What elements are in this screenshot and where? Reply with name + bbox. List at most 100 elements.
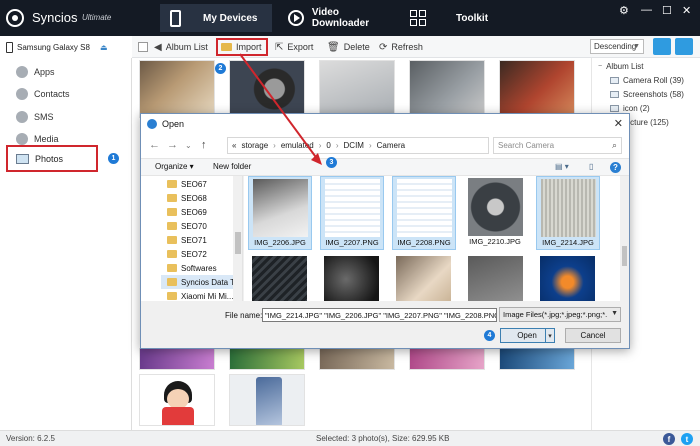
tab-my-devices-label: My Devices bbox=[203, 12, 258, 24]
version-text: Version: 6.2.5 bbox=[6, 434, 55, 443]
new-folder-button[interactable]: New folder bbox=[213, 162, 251, 171]
tab-my-devices[interactable]: My Devices bbox=[160, 4, 272, 32]
refresh-button[interactable]: ⟳ Refresh bbox=[379, 40, 423, 54]
tree-folder[interactable]: SEO71 bbox=[167, 233, 207, 247]
up-arrow-icon[interactable]: ↑ bbox=[201, 139, 207, 151]
settings-icon[interactable]: ⚙ bbox=[619, 4, 629, 17]
folder-icon bbox=[167, 250, 177, 258]
tree-folder[interactable]: SEO67 bbox=[167, 177, 207, 191]
tree-scrollbar[interactable] bbox=[233, 176, 242, 301]
folder-icon bbox=[167, 208, 177, 216]
sidebar-item-apps[interactable]: Apps bbox=[16, 63, 55, 81]
open-dropdown-icon[interactable]: ▾ bbox=[545, 328, 555, 343]
tab-toolkit-label: Toolkit bbox=[456, 12, 489, 24]
file-item[interactable] bbox=[536, 254, 600, 301]
photo-thumb[interactable] bbox=[319, 60, 395, 118]
sidebar-item-sms[interactable]: SMS bbox=[16, 108, 54, 126]
device-selector[interactable]: Samsung Galaxy S8 ⏏ bbox=[0, 36, 132, 58]
eject-icon[interactable]: ⏏ bbox=[100, 43, 108, 52]
path-segment[interactable]: DCIM bbox=[344, 141, 364, 150]
path-segment[interactable]: 0 bbox=[326, 141, 330, 150]
file-list: IMG_2206.JPG IMG_2207.PNG IMG_2208.PNG I… bbox=[244, 176, 629, 301]
file-name: IMG_2210.JPG bbox=[469, 237, 521, 246]
file-item[interactable] bbox=[248, 254, 312, 301]
forward-arrow-icon[interactable]: → bbox=[167, 139, 178, 151]
preview-pane-icon[interactable]: ▯ bbox=[589, 162, 593, 171]
cartoon-photo-thumb[interactable] bbox=[139, 374, 215, 426]
tab-video-downloader[interactable]: Video Downloader bbox=[278, 4, 398, 32]
cancel-button[interactable]: Cancel bbox=[565, 328, 621, 343]
phone-photo-thumb[interactable] bbox=[229, 374, 305, 426]
photo-thumb[interactable] bbox=[499, 348, 575, 370]
tree-folder-selected[interactable]: Syncios Data Tr bbox=[161, 275, 241, 289]
media-icon bbox=[16, 133, 28, 145]
photo-thumb[interactable] bbox=[499, 60, 575, 118]
refresh-label: Refresh bbox=[391, 42, 423, 52]
twitter-icon[interactable]: t bbox=[681, 433, 693, 445]
path-segment[interactable]: Camera bbox=[377, 141, 405, 150]
tree-folder[interactable]: SEO70 bbox=[167, 219, 207, 233]
close-button[interactable]: ✕ bbox=[682, 4, 691, 17]
sort-order-select[interactable]: Descending ▼ bbox=[590, 39, 644, 54]
photo-thumb[interactable] bbox=[229, 348, 305, 370]
file-item[interactable] bbox=[392, 254, 456, 301]
tree-folder[interactable]: Xiaomi Mi Mi... bbox=[167, 289, 233, 301]
facebook-icon[interactable]: f bbox=[663, 433, 675, 445]
step-2-badge: 2 bbox=[215, 63, 226, 74]
sidebar-item-contacts[interactable]: Contacts bbox=[16, 85, 70, 103]
syncios-logo-icon bbox=[6, 9, 24, 27]
organize-button[interactable]: Organize ▾ bbox=[155, 162, 194, 171]
back-arrow-icon[interactable]: ← bbox=[149, 139, 160, 151]
tree-folder-label: SEO68 bbox=[181, 193, 207, 203]
tree-folder[interactable]: SEO69 bbox=[167, 205, 207, 219]
photo-thumb[interactable] bbox=[409, 348, 485, 370]
path-separator-icon: › bbox=[368, 141, 372, 150]
address-bar[interactable]: « storage › emulated › 0 › DCIM › Camera bbox=[227, 137, 489, 154]
list-view-button[interactable] bbox=[675, 38, 693, 55]
delete-button[interactable]: 🗑 Delete bbox=[327, 40, 370, 54]
view-options-icon[interactable]: ▤ ▾ bbox=[555, 162, 569, 171]
dialog-close-icon[interactable]: ✕ bbox=[614, 117, 623, 130]
photo-thumb[interactable] bbox=[409, 60, 485, 118]
photo-thumb[interactable] bbox=[229, 60, 305, 118]
tree-folder[interactable]: SEO72 bbox=[167, 247, 207, 261]
photo-thumb[interactable] bbox=[139, 60, 215, 118]
sidebar-item-photos[interactable]: Photos bbox=[6, 145, 98, 172]
grid-view-button[interactable] bbox=[653, 38, 671, 55]
file-list-scrollbar[interactable] bbox=[620, 176, 629, 301]
file-name-input[interactable]: "IMG_2214.JPG" "IMG_2206.JPG" "IMG_2207.… bbox=[262, 308, 497, 322]
export-button[interactable]: ⇱ Export bbox=[275, 40, 313, 54]
file-item[interactable]: IMG_2210.JPG bbox=[464, 176, 528, 250]
file-item[interactable] bbox=[320, 254, 384, 301]
file-name: IMG_2206.JPG bbox=[254, 238, 306, 247]
recent-locations-icon[interactable]: ⌄ bbox=[185, 141, 192, 150]
dialog-app-icon bbox=[147, 119, 157, 129]
album-item[interactable]: Camera Roll (39) bbox=[610, 74, 684, 86]
file-type-select[interactable]: Image Files(*.jpg;*.jpeg;*.png;*. ▼ bbox=[499, 307, 621, 322]
device-phone-icon bbox=[6, 41, 13, 53]
tree-folder[interactable]: Softwares bbox=[167, 261, 217, 275]
maximize-button[interactable]: ☐ bbox=[662, 4, 672, 17]
album-list-button[interactable]: ◀ Album List bbox=[154, 40, 208, 54]
photo-thumb[interactable] bbox=[139, 348, 215, 370]
album-list-header[interactable]: − Album List bbox=[598, 60, 643, 72]
photo-thumb[interactable] bbox=[319, 348, 395, 370]
minimize-button[interactable]: — bbox=[641, 4, 652, 16]
search-input[interactable]: Search Camera ⌕ bbox=[493, 137, 622, 154]
tab-toolkit[interactable]: Toolkit bbox=[400, 4, 500, 32]
album-item[interactable]: Screenshots (58) bbox=[610, 88, 684, 100]
file-item[interactable]: IMG_2207.PNG bbox=[320, 176, 384, 250]
file-item[interactable]: IMG_2206.JPG bbox=[248, 176, 312, 250]
export-label: Export bbox=[287, 42, 314, 52]
select-all-checkbox[interactable] bbox=[138, 40, 148, 54]
path-segment[interactable]: emulated bbox=[281, 141, 314, 150]
tree-folder-label: SEO72 bbox=[181, 249, 207, 259]
import-button[interactable]: Import bbox=[221, 40, 262, 54]
tree-folder[interactable]: SEO68 bbox=[167, 191, 207, 205]
file-item[interactable]: IMG_2214.JPG bbox=[536, 176, 600, 250]
path-overflow[interactable]: « bbox=[232, 141, 236, 150]
file-item[interactable]: IMG_2208.PNG bbox=[392, 176, 456, 250]
file-item[interactable] bbox=[464, 254, 528, 301]
path-segment[interactable]: storage bbox=[241, 141, 268, 150]
help-icon[interactable]: ? bbox=[610, 162, 621, 173]
